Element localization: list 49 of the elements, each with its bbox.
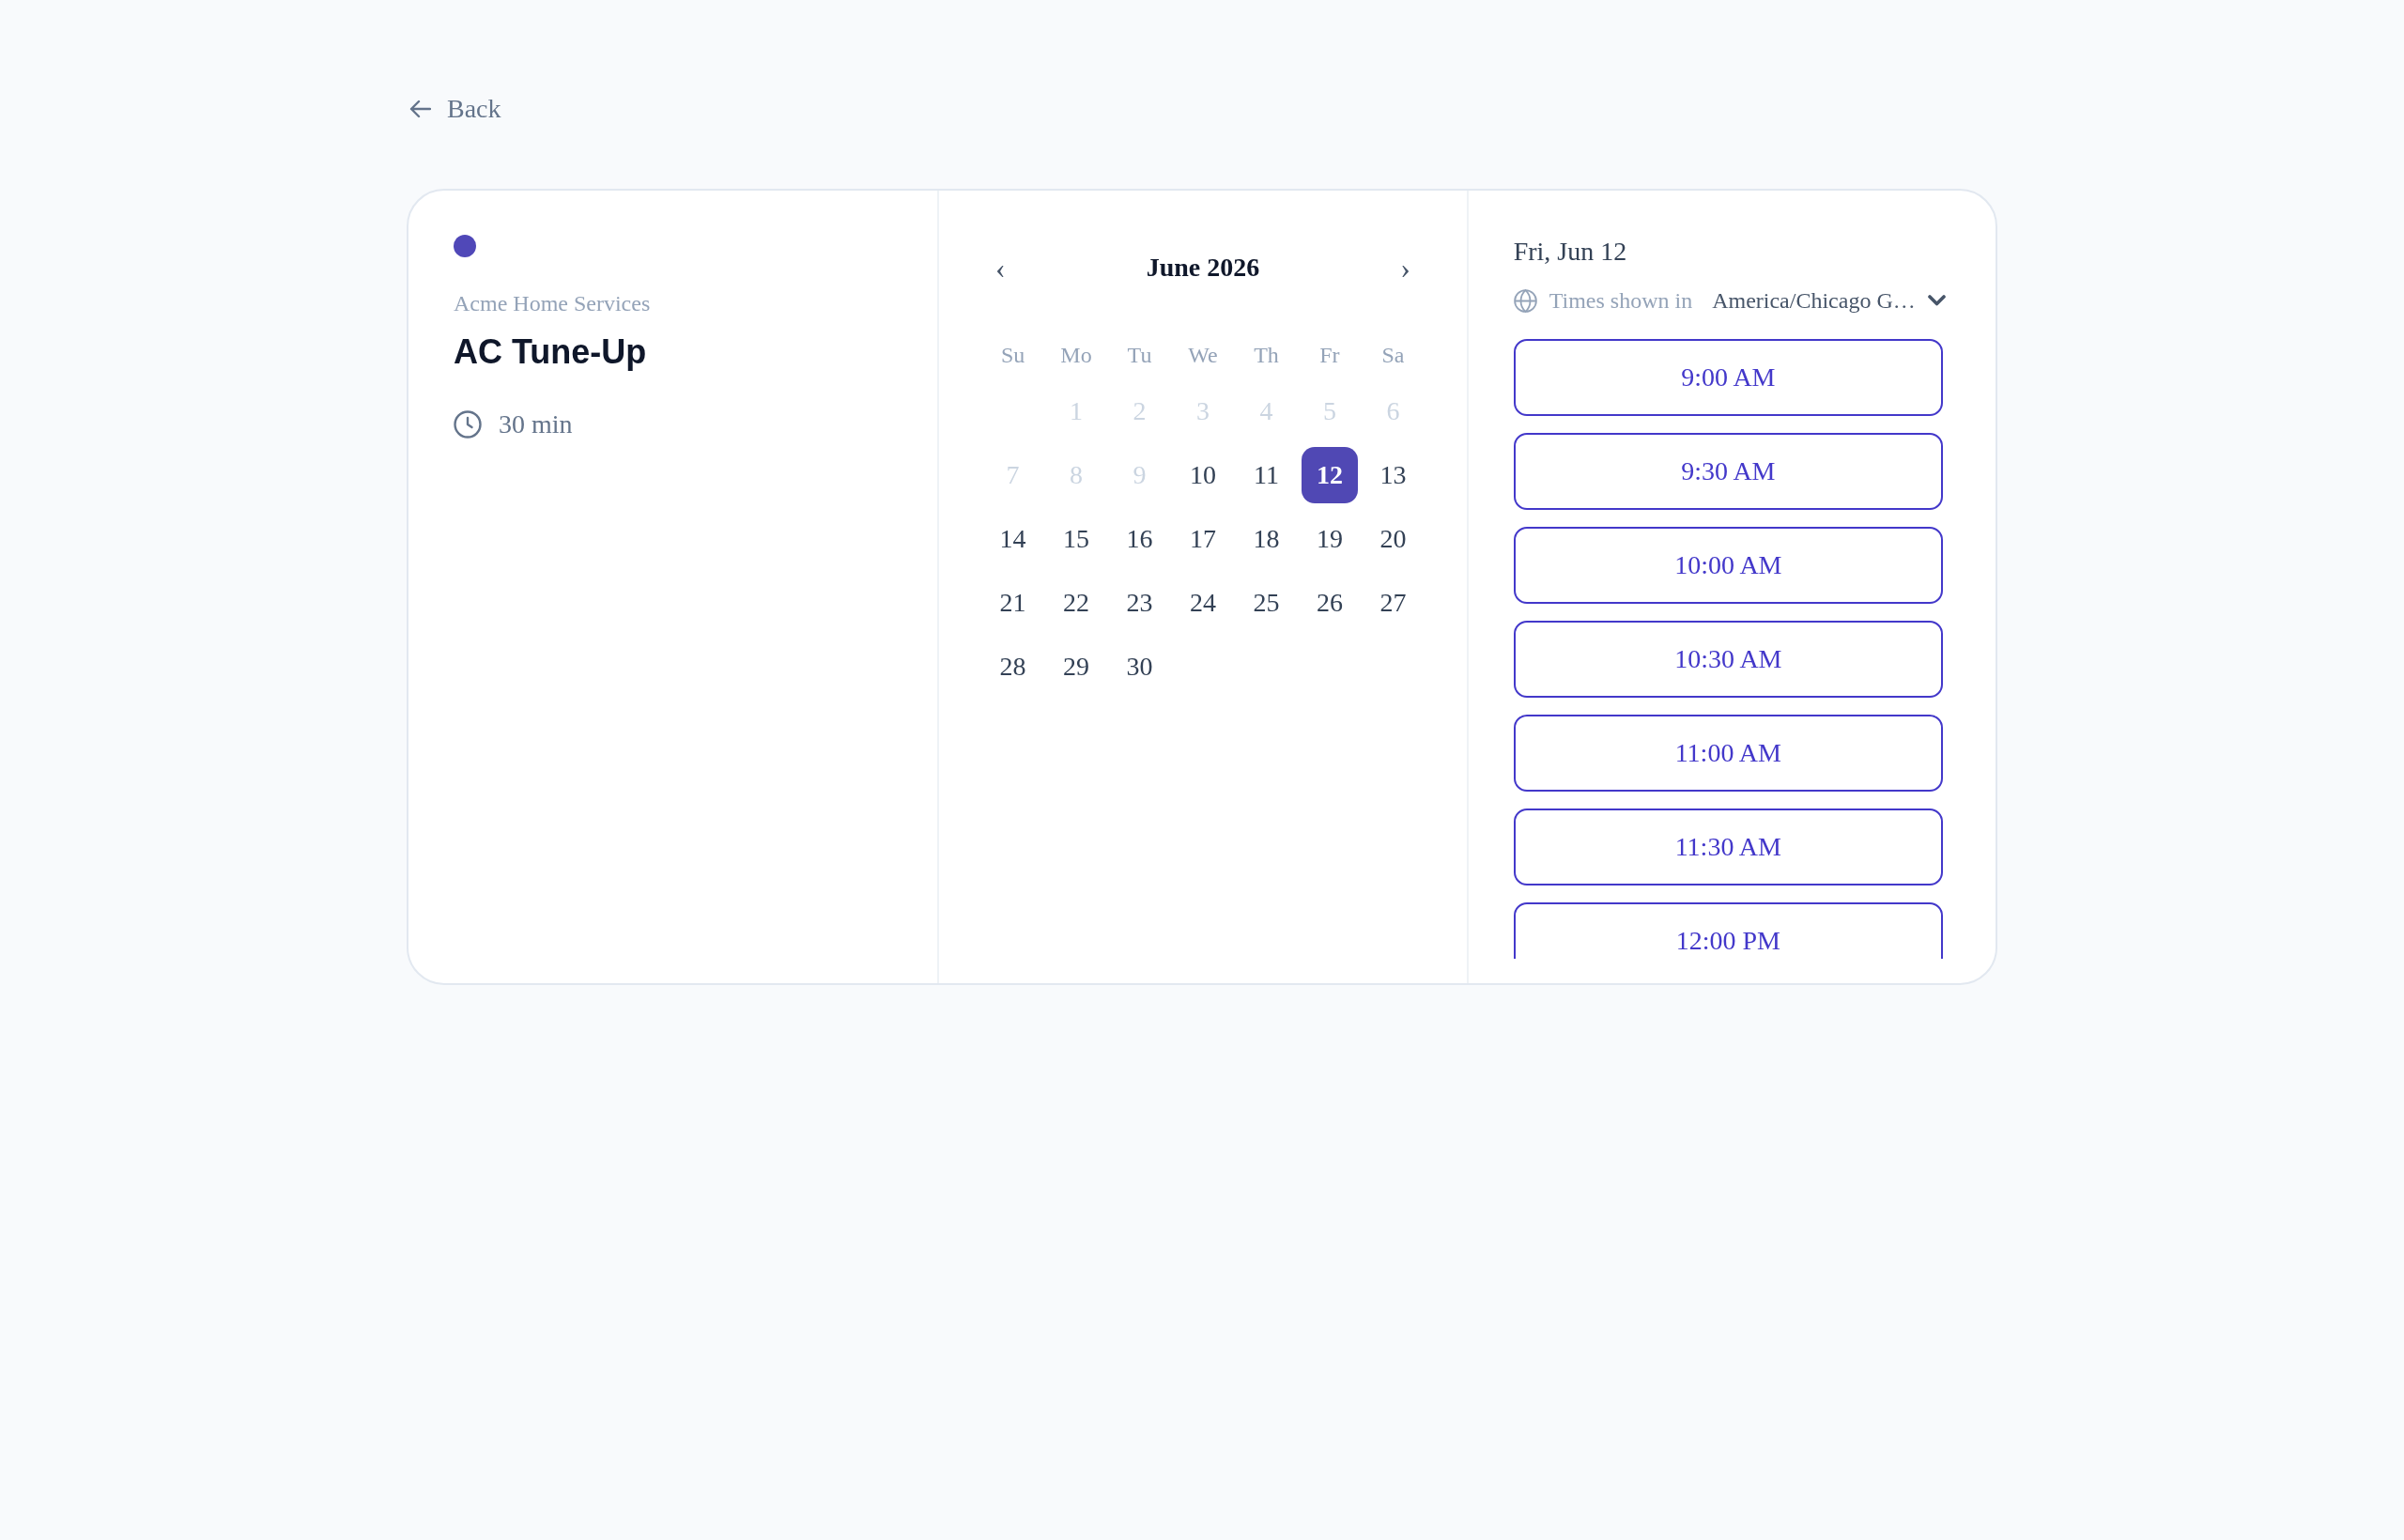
weekday-label: Th: [1254, 342, 1279, 369]
event-title: AC Tune-Up: [454, 331, 647, 373]
organization-name: Acme Home Services: [454, 290, 651, 317]
weekday-label: Tu: [1127, 342, 1152, 369]
date-button[interactable]: 13: [1364, 447, 1422, 503]
duration-text: 30 min: [499, 409, 573, 439]
date-button[interactable]: 23: [1111, 575, 1168, 631]
date-button[interactable]: 21: [984, 575, 1041, 631]
time-slot-button[interactable]: 11:30 AM: [1513, 808, 1943, 886]
weekday-label: Mo: [1060, 342, 1092, 369]
globe-icon: [1513, 288, 1537, 313]
time-slot-button[interactable]: 11:00 AM: [1513, 715, 1943, 792]
date-button[interactable]: 10: [1174, 447, 1232, 503]
date-button[interactable]: 11: [1238, 447, 1295, 503]
date-button[interactable]: 26: [1301, 575, 1359, 631]
weekday-label: Fr: [1319, 342, 1340, 369]
date-button[interactable]: 27: [1364, 575, 1422, 631]
clock-icon: [454, 410, 482, 439]
next-month-button[interactable]: ›: [1389, 245, 1422, 290]
chevron-down-icon: [1927, 295, 1946, 306]
weekday-label: We: [1188, 342, 1218, 369]
timezone-label: Times shown in: [1549, 287, 1693, 315]
date-button[interactable]: 17: [1174, 511, 1232, 567]
date-button[interactable]: 19: [1301, 511, 1359, 567]
date-button[interactable]: 25: [1238, 575, 1295, 631]
time-slot-button[interactable]: 10:30 AM: [1513, 621, 1943, 698]
date-button[interactable]: 22: [1047, 575, 1105, 631]
timezone-select[interactable]: America/Chicago G…: [1712, 285, 1946, 316]
weekday-label: Sa: [1381, 342, 1405, 369]
date-button[interactable]: 28: [984, 639, 1041, 695]
date-button[interactable]: 24: [1174, 575, 1232, 631]
time-slot-button[interactable]: 10:00 AM: [1513, 527, 1943, 604]
date-button[interactable]: 14: [984, 511, 1041, 567]
date-button[interactable]: 29: [1047, 639, 1105, 695]
back-arrow-icon: [409, 100, 431, 118]
weekday-label: Su: [1000, 342, 1025, 369]
time-slot-button[interactable]: 9:30 AM: [1513, 433, 1943, 510]
selected-date-heading: Fri, Jun 12: [1513, 236, 1627, 268]
date-button[interactable]: 18: [1238, 511, 1295, 567]
time-slot-button[interactable]: 9:00 AM: [1513, 339, 1943, 416]
date-button[interactable]: 30: [1111, 639, 1168, 695]
back-link[interactable]: Back: [409, 90, 501, 128]
date-button[interactable]: 16: [1111, 511, 1168, 567]
date-button[interactable]: 12: [1301, 447, 1359, 503]
date-button[interactable]: 20: [1364, 511, 1422, 567]
time-slot-button[interactable]: 12:00 PM: [1513, 902, 1943, 959]
date-button[interactable]: 15: [1047, 511, 1105, 567]
previous-month-button[interactable]: ‹: [984, 245, 1017, 290]
month-title: June 2026: [1146, 252, 1260, 284]
